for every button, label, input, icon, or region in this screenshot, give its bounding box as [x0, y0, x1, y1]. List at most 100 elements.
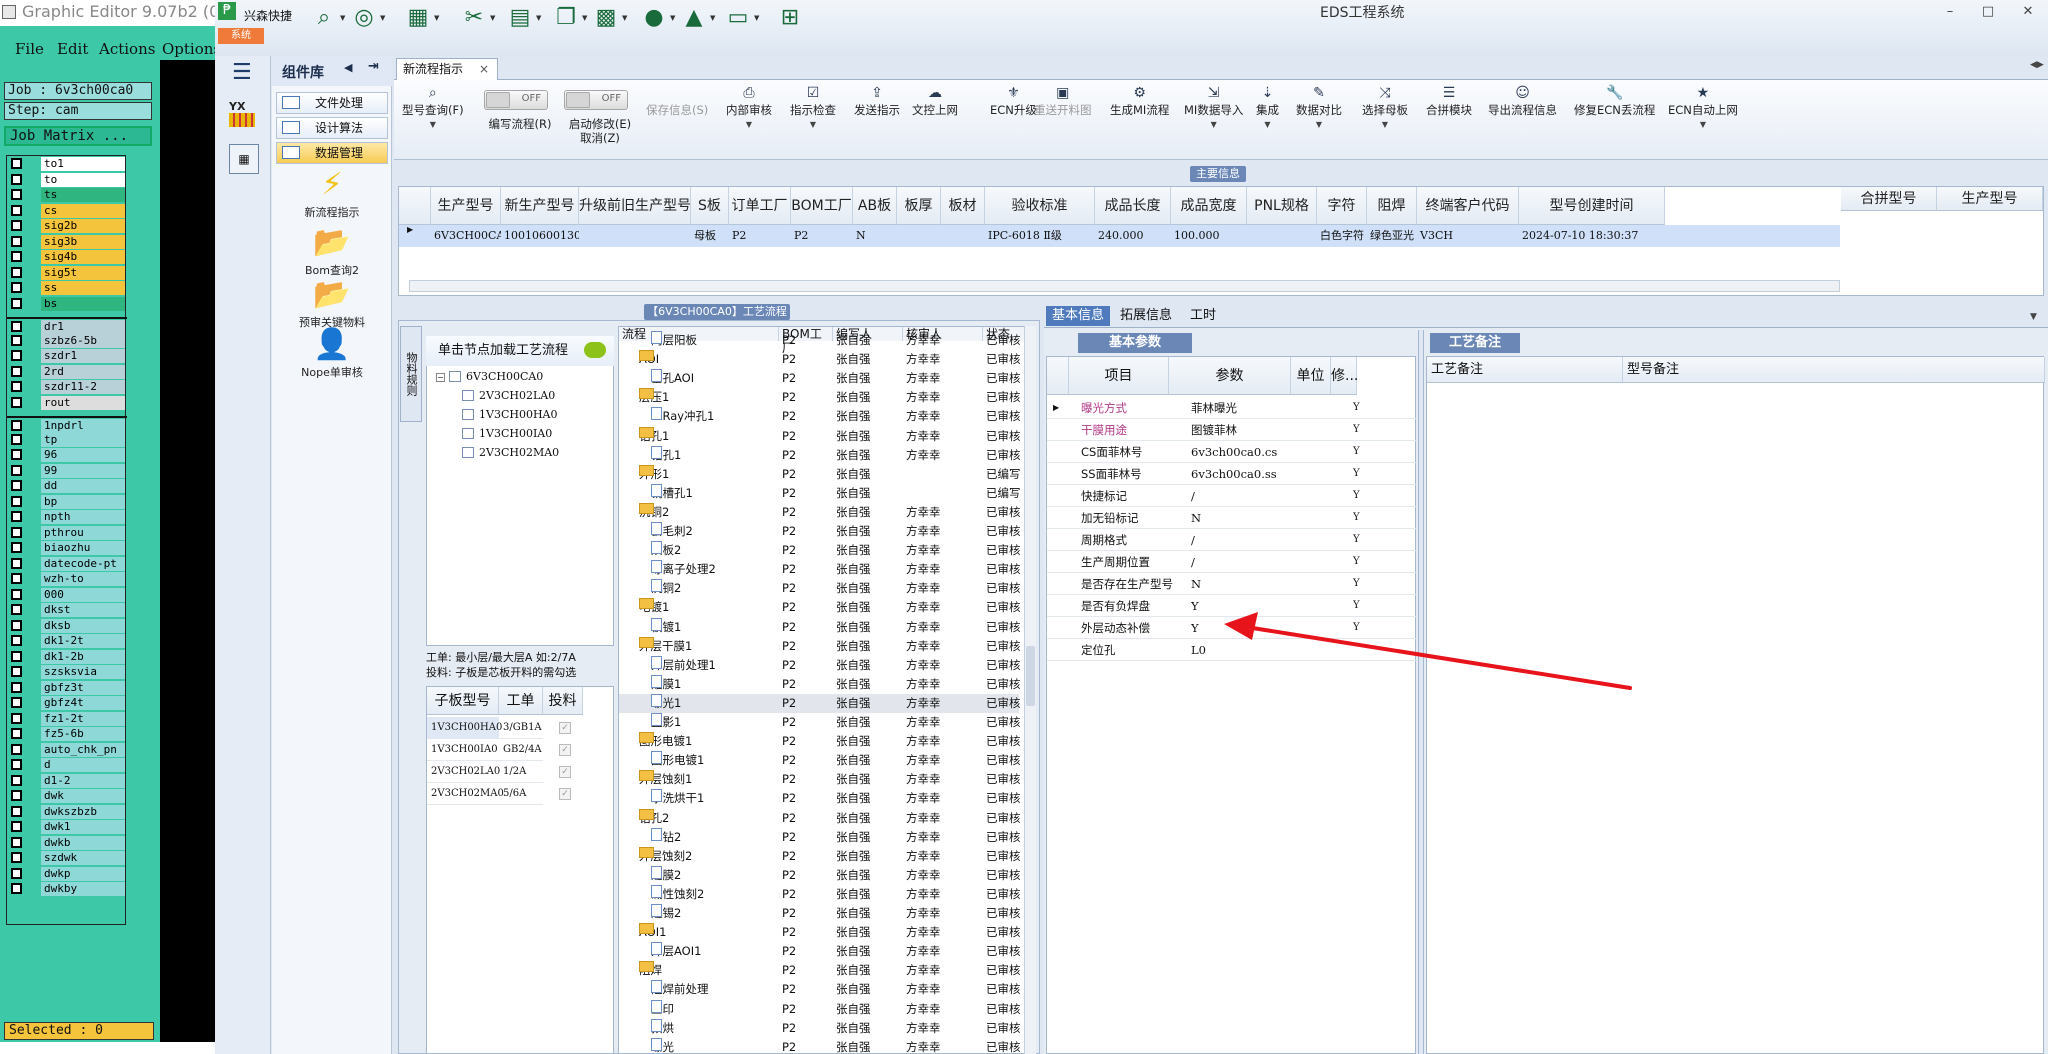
param-row[interactable]: 是否存在生产型号 N Y — [1047, 573, 1417, 595]
bom-query-item[interactable]: 📂 Bom查询2 — [272, 226, 392, 278]
sub-board-model[interactable]: 2V3CH02LA0 — [427, 761, 500, 783]
flow-step-row[interactable]: 碱性蚀刻2 P2 张自强 方幸幸 已审核 — [619, 884, 1021, 904]
dropdown-arrow-icon[interactable]: ▼ — [402, 120, 464, 129]
layer-checkbox[interactable] — [11, 526, 22, 538]
category-design[interactable]: 设计算法 — [276, 117, 388, 139]
layer-row[interactable]: szsksvia — [7, 664, 127, 679]
ribbon-button-11[interactable]: ⇲ MI数据导入 ▼ — [1184, 84, 1243, 154]
feed-checkbox[interactable]: ✓ — [559, 788, 571, 800]
dropdown-arrow-icon[interactable]: ▼ — [1184, 120, 1243, 129]
cell[interactable]: V3CH — [1417, 225, 1519, 247]
tab-basic-info[interactable]: 基本信息 — [1046, 306, 1111, 326]
layer-row[interactable]: bp — [7, 494, 127, 509]
ribbon-button-10[interactable]: ⚙ 生成MI流程 — [1110, 84, 1169, 154]
param-value[interactable]: 图镀菲林 — [1191, 419, 1311, 441]
layer-row[interactable]: dwkszbzb — [7, 804, 127, 819]
layer-row[interactable]: sig5t — [7, 265, 127, 280]
flow-group-row[interactable]: −外层干膜1P2 张自强 方幸幸 已审核 — [619, 636, 1021, 656]
ribbon-button-14[interactable]: ⤨ 选择母板 ▼ — [1362, 84, 1408, 154]
param-value[interactable]: / — [1191, 529, 1311, 551]
flow-step-row[interactable]: 铣槽孔1 P2 张自强 已编写 — [619, 483, 1021, 503]
param-row[interactable]: 生产周期位置 / Y — [1047, 551, 1417, 573]
layer-row[interactable]: 96 — [7, 447, 127, 462]
layer-checkbox[interactable] — [11, 821, 22, 832]
param-value[interactable]: / — [1191, 551, 1311, 573]
cell[interactable]: 100.000 — [1171, 225, 1247, 247]
layer-row[interactable]: wzh-to — [7, 571, 127, 586]
param-value[interactable]: N — [1191, 573, 1311, 595]
flow-step-row[interactable]: 沉铜2 P2 张自强 方幸幸 已审核 — [619, 579, 1021, 598]
layer-checkbox[interactable] — [11, 573, 22, 584]
layer-row[interactable]: dk1-2b — [7, 649, 127, 664]
layer-row[interactable]: szdwk — [7, 850, 127, 865]
layer-checkbox[interactable] — [11, 480, 22, 491]
layer-checkbox[interactable] — [11, 381, 22, 392]
flow-step-row[interactable]: 退膜2 P2 张自强 方幸幸 已审核 — [619, 865, 1021, 885]
cut-icon-dropdown[interactable]: ▼ — [490, 14, 495, 22]
param-value[interactable]: / — [1191, 485, 1311, 507]
ribbon-button-7[interactable]: ☁ 文控上网 — [912, 84, 958, 154]
layer-checkbox[interactable] — [11, 420, 22, 431]
layer-row[interactable]: pthrou — [7, 525, 127, 540]
flow-step-row[interactable]: 预烘 P2 张自强 方幸幸 已审核 — [619, 1018, 1021, 1038]
layer-row[interactable]: 000 — [7, 587, 127, 602]
layer-checkbox[interactable] — [11, 666, 22, 677]
new-flow-item[interactable]: ⚡ 新流程指示 — [272, 168, 392, 220]
layer-row[interactable]: fz1-2t — [7, 711, 127, 726]
layer-checkbox[interactable] — [11, 542, 22, 553]
layer-row[interactable]: dwkby — [7, 881, 127, 896]
layer-checkbox[interactable] — [11, 235, 22, 247]
cell[interactable]: 10010600130801 — [501, 225, 579, 247]
scrollbar-thumb[interactable] — [1026, 646, 1035, 706]
flow-step-row[interactable]: 曝光 P2 张自强 方幸幸 已审核 — [619, 1037, 1021, 1053]
layer-checkbox[interactable] — [11, 805, 22, 817]
flow-group-row[interactable]: −外形1P2 张自强 已编写 — [619, 464, 1021, 484]
tree-node[interactable]: 2V3CH02MA0 — [462, 446, 559, 460]
layer-row[interactable]: npth — [7, 509, 127, 524]
sub-board-model[interactable]: 1V3CH00IA0 — [427, 739, 499, 761]
dropdown-arrow-icon[interactable]: ▼ — [1256, 120, 1279, 129]
main-info-row[interactable]: ▶6V3CH00CA010010600130801母板P2P2NIPC-6018… — [399, 225, 1840, 247]
tree-node[interactable]: − 6V3CH00CA0 — [436, 370, 543, 384]
flow-group-row[interactable]: −钻孔1P2 张自强 方幸幸 已审核 — [619, 426, 1021, 446]
layer-row[interactable]: d1-2 — [7, 773, 127, 788]
layer-checkbox[interactable] — [11, 464, 22, 476]
copy-icon-dropdown[interactable]: ▼ — [582, 14, 587, 22]
feed-checkbox[interactable]: ✓ — [559, 744, 571, 756]
menu-actions[interactable]: Actions — [99, 40, 155, 58]
cell[interactable]: N — [853, 225, 897, 247]
chart-icon[interactable]: ▲ — [680, 4, 708, 30]
cell[interactable]: 2024-07-10 18:30:37 — [1519, 225, 1665, 247]
flow-step-row[interactable]: 板镀1 P2 张自强 方幸幸 已审核 — [619, 617, 1021, 637]
ribbon-button-6[interactable]: ⇪ 发送指示 — [854, 84, 900, 154]
menu-edit[interactable]: Edit — [57, 40, 88, 58]
calendar-module-icon[interactable]: ▦ — [229, 144, 259, 174]
flow-step-row[interactable]: 退锡2 P2 张自强 方幸幸 已审核 — [619, 904, 1021, 923]
material-rule-vertical-tab[interactable]: 物料规则 — [400, 326, 422, 422]
flow-step-row[interactable]: 显影1 P2 张自强 方幸幸 已审核 — [619, 713, 1021, 732]
layer-checkbox[interactable] — [11, 321, 22, 332]
layer-checkbox[interactable] — [11, 712, 22, 724]
grid-icon[interactable]: ▩ — [592, 4, 620, 30]
layer-checkbox[interactable] — [11, 365, 22, 377]
flow-step-row[interactable]: 图形电镀1 P2 张自强 方幸幸 已审核 — [619, 751, 1021, 770]
lifebuoy-icon-dropdown[interactable]: ▼ — [380, 14, 385, 22]
layer-checkbox[interactable] — [11, 204, 22, 216]
grid-icon-dropdown[interactable]: ▼ — [622, 14, 627, 22]
job-matrix-button[interactable]: Job Matrix ... — [4, 126, 152, 146]
sub-board-workorder[interactable]: 3/GB1A — [499, 717, 543, 739]
film-icon[interactable]: ▤ — [506, 4, 534, 30]
flow-group-row[interactable]: −沉铜2P2 张自强 方幸幸 已审核 — [619, 502, 1021, 522]
layer-checkbox[interactable] — [11, 635, 22, 646]
flow-step-row[interactable]: 外层前处理1 P2 张自强 方幸幸 已审核 — [619, 655, 1021, 675]
layer-checkbox[interactable] — [11, 158, 22, 169]
cell[interactable]: 白色字符 — [1317, 225, 1367, 247]
layer-checkbox[interactable] — [11, 883, 22, 894]
chart-icon-dropdown[interactable]: ▼ — [710, 14, 715, 22]
flow-step-row[interactable]: 贴膜1 P2 张自强 方幸幸 已审核 — [619, 674, 1021, 694]
layer-row[interactable]: gbfz3t — [7, 680, 127, 695]
param-row[interactable]: 干膜用途 图镀菲林 Y — [1047, 419, 1417, 441]
layer-row[interactable]: sig2b — [7, 218, 127, 233]
menu-file[interactable]: File — [15, 40, 44, 58]
pin-icon[interactable]: ⇥ — [368, 59, 379, 74]
